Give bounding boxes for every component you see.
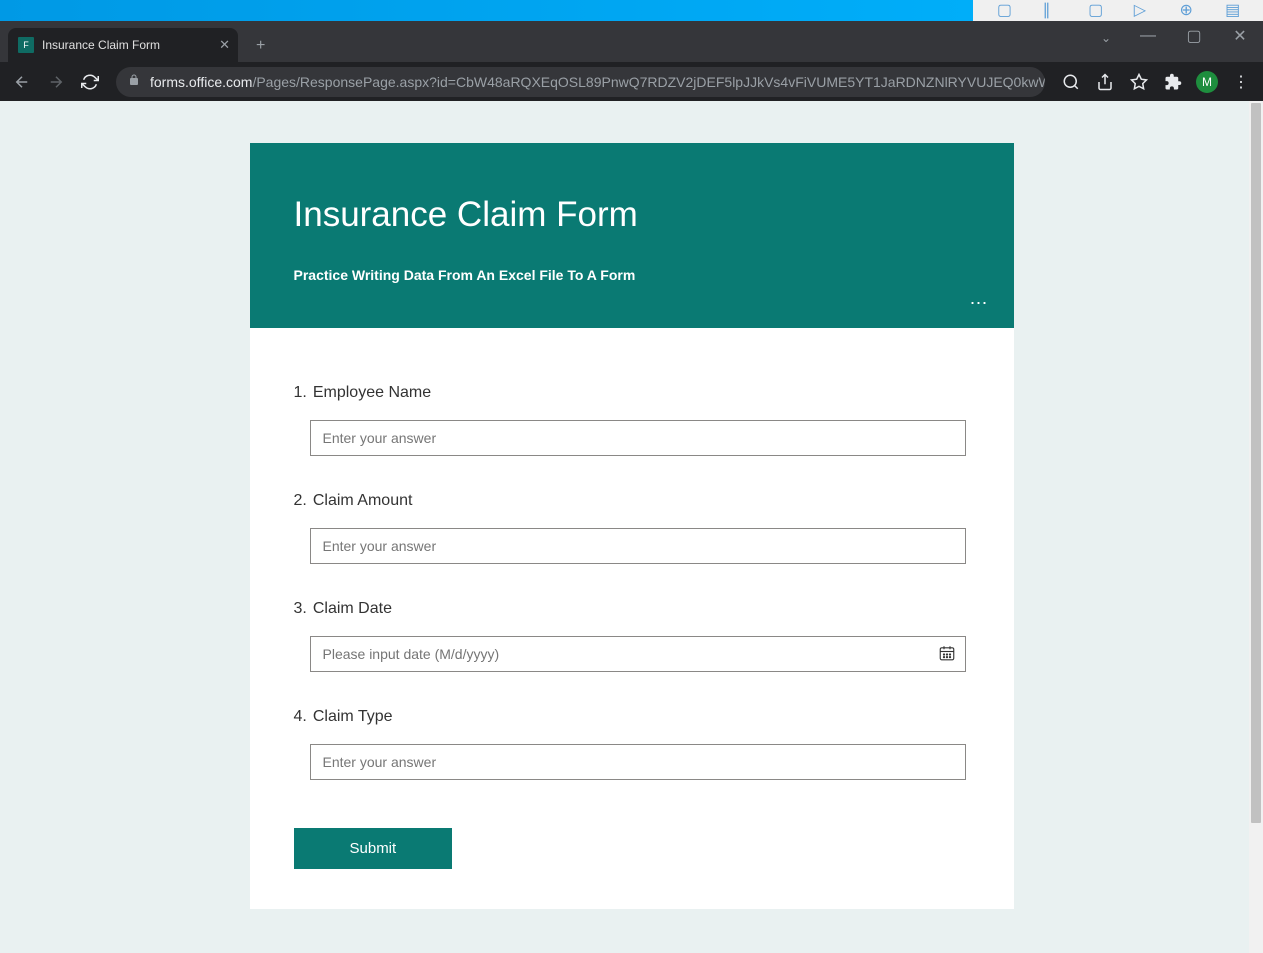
os-icon-6: ▤ [1225, 0, 1239, 12]
form-header: Insurance Claim Form Practice Writing Da… [250, 143, 1014, 328]
os-icon-2: ∥ [1042, 0, 1056, 12]
avatar-letter: M [1196, 71, 1218, 93]
question-claim-date: 3. Claim Date [294, 600, 970, 672]
os-icon-3: ▢ [1088, 0, 1102, 12]
tab-title: Insurance Claim Form [42, 38, 160, 52]
question-claim-amount: 2. Claim Amount [294, 492, 970, 564]
forward-button[interactable] [42, 68, 70, 96]
form-title: Insurance Claim Form [294, 195, 970, 235]
extensions-icon[interactable] [1159, 68, 1187, 96]
address-bar[interactable]: forms.office.com/Pages/ResponsePage.aspx… [116, 67, 1045, 97]
form-container: Insurance Claim Form Practice Writing Da… [250, 143, 1014, 909]
question-title: Claim Amount [313, 492, 413, 510]
zoom-icon[interactable] [1057, 68, 1085, 96]
reload-button[interactable] [76, 68, 104, 96]
question-title: Claim Date [313, 600, 392, 618]
claim-amount-input[interactable] [310, 528, 966, 564]
tab-favicon-icon: F [18, 37, 34, 53]
scrollbar-thumb[interactable] [1251, 103, 1261, 823]
window-controls: — ▢ ✕ [1125, 21, 1263, 51]
question-employee-name: 1. Employee Name [294, 384, 970, 456]
browser-tab-strip: F Insurance Claim Form ✕ + ⌄ — ▢ ✕ [0, 21, 1263, 62]
form-description: Practice Writing Data From An Excel File… [294, 267, 970, 283]
form-body: 1. Employee Name 2. Claim Amount 3. Clai… [250, 328, 1014, 909]
calendar-icon[interactable] [938, 644, 956, 662]
question-number: 1. [294, 384, 307, 402]
claim-type-input[interactable] [310, 744, 966, 780]
claim-date-input[interactable] [310, 636, 966, 672]
os-title-bar: ▢ ∥ ▢ ▷ ⊕ ▤ [0, 0, 1263, 21]
question-number: 4. [294, 708, 307, 726]
os-toolbar-icons: ▢ ∥ ▢ ▷ ⊕ ▤ [973, 0, 1263, 21]
form-more-icon[interactable]: ⋯ [970, 293, 990, 314]
question-claim-type: 4. Claim Type [294, 708, 970, 780]
os-icon-4: ▷ [1134, 0, 1148, 12]
tabs-dropdown-icon[interactable]: ⌄ [1101, 31, 1111, 45]
os-icon-1: ▢ [997, 0, 1011, 12]
minimize-button[interactable]: — [1125, 21, 1171, 51]
scrollbar-track[interactable] [1249, 101, 1263, 953]
question-number: 3. [294, 600, 307, 618]
back-button[interactable] [8, 68, 36, 96]
share-icon[interactable] [1091, 68, 1119, 96]
page-viewport: Insurance Claim Form Practice Writing Da… [0, 101, 1263, 953]
url-path: /Pages/ResponsePage.aspx?id=CbW48aRQXEqO… [252, 74, 1045, 90]
browser-tab[interactable]: F Insurance Claim Form ✕ [8, 28, 238, 62]
lock-icon [128, 74, 140, 89]
os-icon-5: ⊕ [1179, 0, 1193, 12]
bookmark-star-icon[interactable] [1125, 68, 1153, 96]
question-title: Claim Type [313, 708, 393, 726]
profile-avatar[interactable]: M [1193, 68, 1221, 96]
employee-name-input[interactable] [310, 420, 966, 456]
browser-toolbar: forms.office.com/Pages/ResponsePage.aspx… [0, 62, 1263, 101]
question-title: Employee Name [313, 384, 431, 402]
kebab-menu-icon[interactable]: ⋮ [1227, 68, 1255, 96]
question-number: 2. [294, 492, 307, 510]
new-tab-button[interactable]: + [256, 37, 265, 55]
submit-button[interactable]: Submit [294, 828, 453, 869]
close-window-button[interactable]: ✕ [1217, 21, 1263, 51]
tab-close-icon[interactable]: ✕ [219, 37, 230, 53]
url-host: forms.office.com [150, 74, 252, 90]
maximize-button[interactable]: ▢ [1171, 21, 1217, 51]
